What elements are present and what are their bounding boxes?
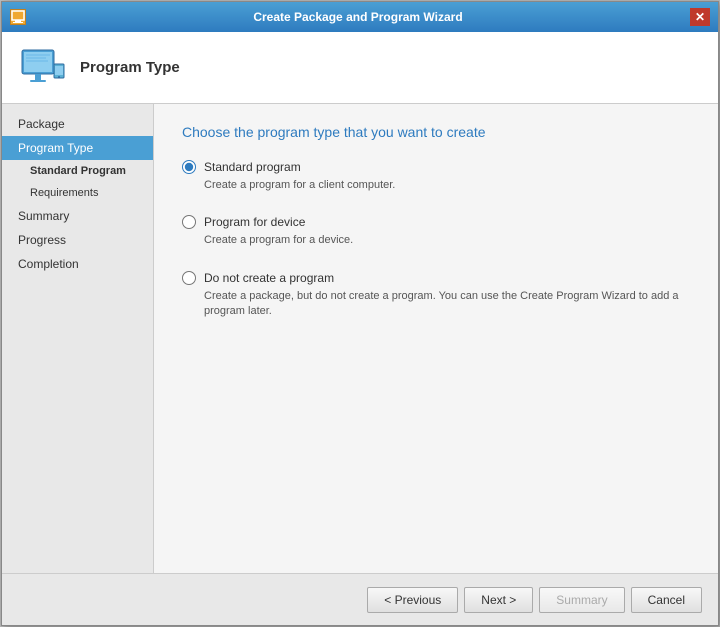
previous-button[interactable]: < Previous: [367, 587, 458, 613]
device-program-text: Program for device: [204, 215, 305, 229]
standard-program-desc: Create a program for a client computer.: [182, 178, 690, 193]
main-heading: Choose the program type that you want to…: [182, 124, 690, 140]
no-program-radio[interactable]: [182, 271, 196, 285]
next-button[interactable]: Next >: [464, 587, 533, 613]
header-computer-icon: [18, 44, 66, 92]
device-program-desc: Create a program for a device.: [182, 233, 690, 248]
sidebar-item-package[interactable]: Package: [2, 112, 153, 136]
standard-program-label[interactable]: Standard program: [182, 160, 690, 174]
content-area: Package Program Type Standard Program Re…: [2, 104, 718, 573]
no-program-text: Do not create a program: [204, 271, 334, 285]
header-title: Program Type: [80, 59, 180, 76]
sidebar: Package Program Type Standard Program Re…: [2, 104, 154, 573]
no-program-desc: Create a package, but do not create a pr…: [182, 289, 690, 320]
sidebar-item-completion[interactable]: Completion: [2, 252, 153, 276]
no-program-option: Do not create a program Create a package…: [182, 271, 690, 320]
cancel-button[interactable]: Cancel: [631, 587, 702, 613]
app-icon: [10, 9, 26, 25]
sidebar-item-summary[interactable]: Summary: [2, 204, 153, 228]
device-program-radio[interactable]: [182, 215, 196, 229]
sidebar-item-standard-program[interactable]: Standard Program: [2, 160, 153, 182]
wizard-header: Program Type: [2, 32, 718, 104]
wizard-footer: < Previous Next > Summary Cancel: [2, 573, 718, 625]
no-program-label[interactable]: Do not create a program: [182, 271, 690, 285]
wizard-window: Create Package and Program Wizard ✕ Prog…: [1, 1, 719, 626]
sidebar-item-progress[interactable]: Progress: [2, 228, 153, 252]
title-bar: Create Package and Program Wizard ✕: [2, 2, 718, 32]
close-button[interactable]: ✕: [690, 8, 710, 26]
summary-button[interactable]: Summary: [539, 587, 624, 613]
standard-program-option: Standard program Create a program for a …: [182, 160, 690, 193]
standard-program-radio[interactable]: [182, 160, 196, 174]
device-program-option: Program for device Create a program for …: [182, 215, 690, 248]
program-type-radio-group: Standard program Create a program for a …: [182, 160, 690, 320]
main-content: Choose the program type that you want to…: [154, 104, 718, 573]
standard-program-text: Standard program: [204, 160, 301, 174]
sidebar-item-program-type[interactable]: Program Type: [2, 136, 153, 160]
sidebar-item-requirements[interactable]: Requirements: [2, 182, 153, 204]
device-program-label[interactable]: Program for device: [182, 215, 690, 229]
window-title: Create Package and Program Wizard: [26, 10, 690, 24]
